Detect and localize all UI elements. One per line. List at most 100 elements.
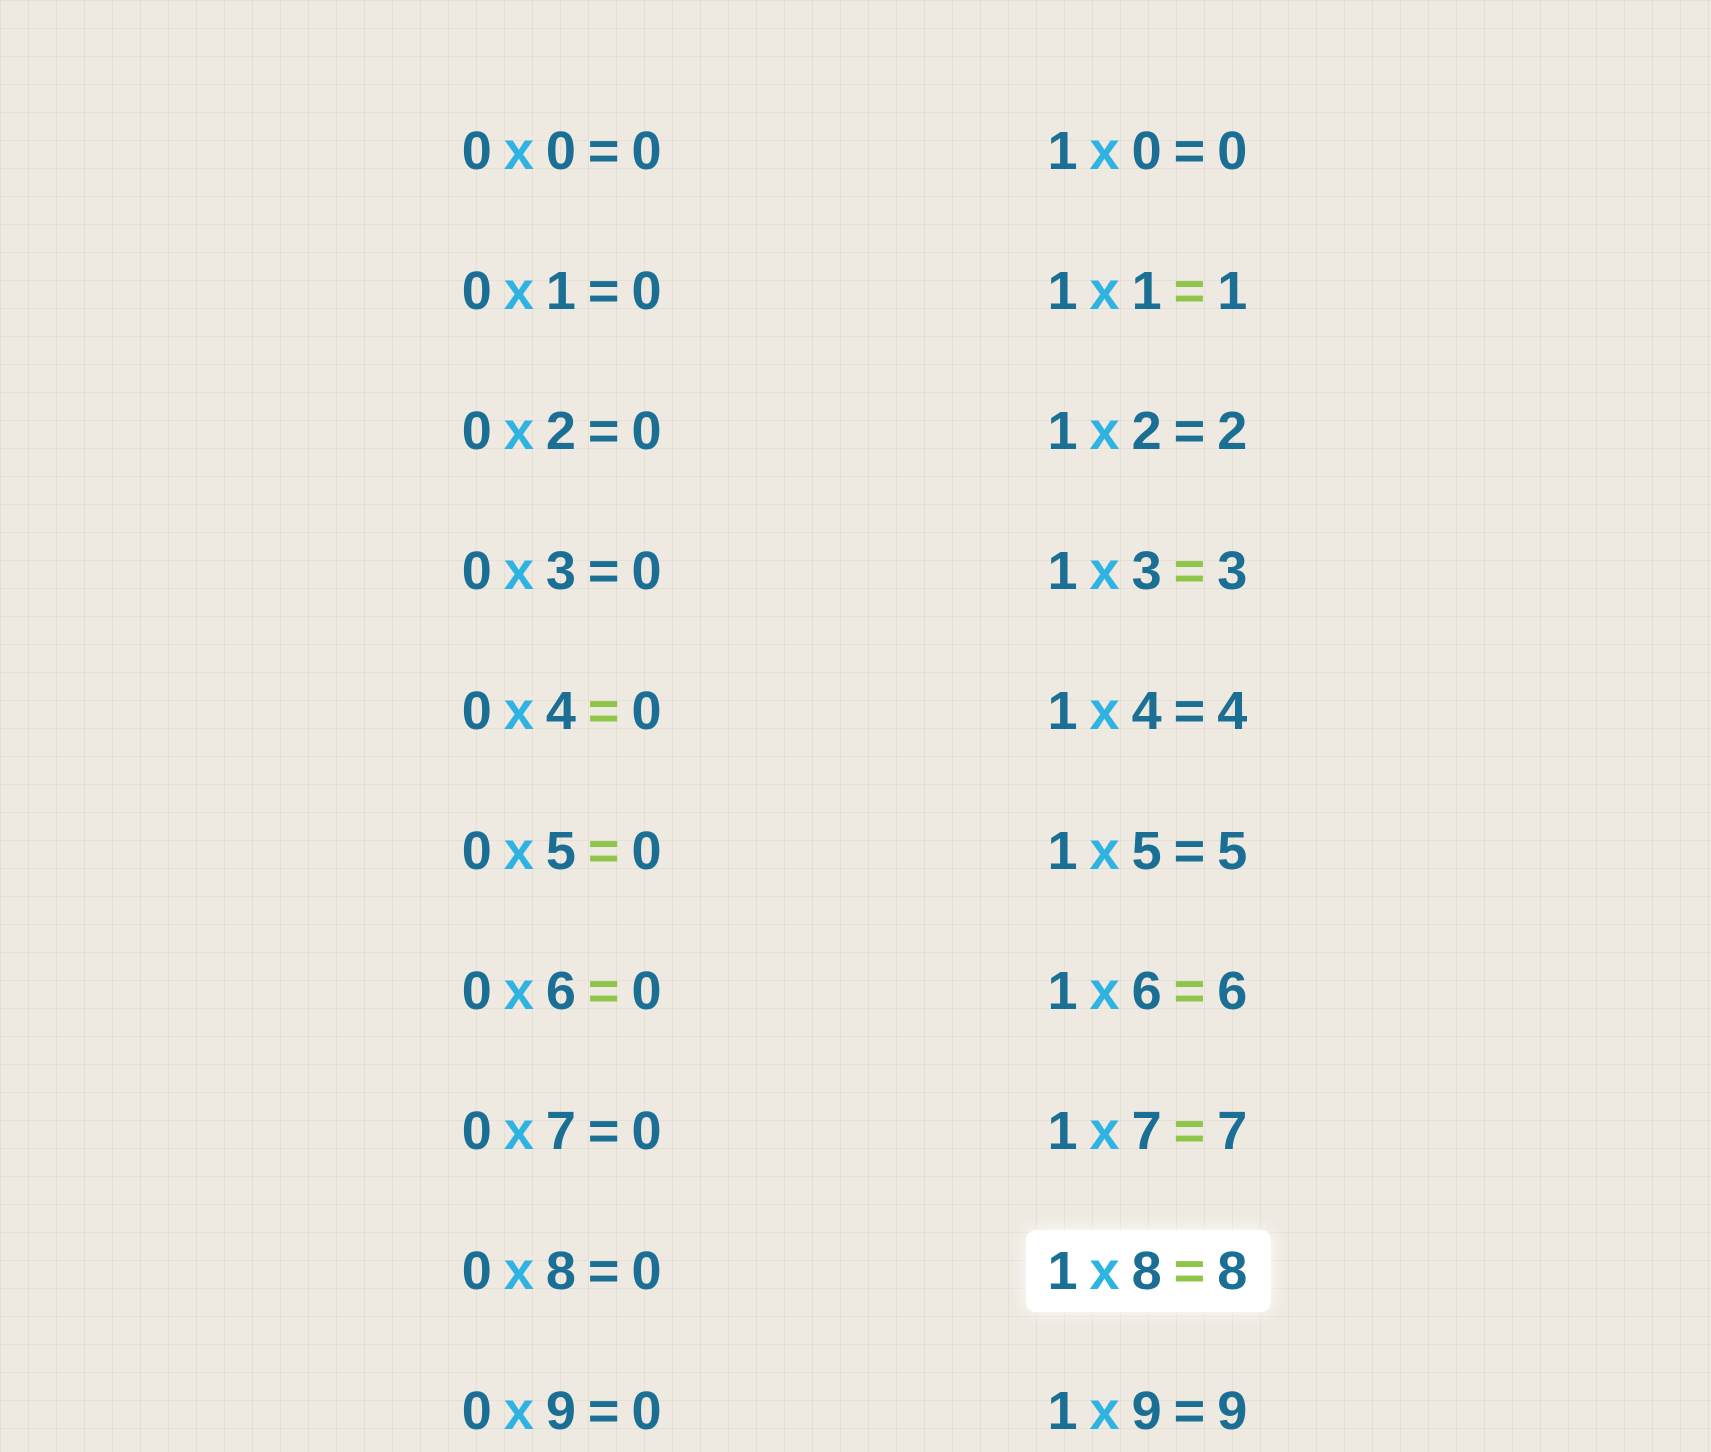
equals-sign: = (1174, 121, 1208, 181)
times-sign: x (504, 401, 536, 461)
operand-a: 0 (462, 541, 494, 601)
equation-row: 1x4=4 (1026, 670, 1272, 752)
operand-b: 0 (1132, 121, 1164, 181)
result: 0 (631, 681, 663, 741)
equals-sign: = (1174, 1241, 1208, 1301)
operand-b: 5 (546, 821, 578, 881)
result: 0 (631, 261, 663, 321)
equals-sign: = (588, 541, 622, 601)
equals-sign: = (588, 1381, 622, 1441)
equals-sign: = (1174, 1101, 1208, 1161)
times-sign: x (1090, 961, 1122, 1021)
operand-a: 1 (1048, 1101, 1080, 1161)
result: 0 (631, 401, 663, 461)
equation-row: 0x7=0 (440, 1090, 686, 1172)
operand-b: 9 (546, 1381, 578, 1441)
operand-a: 1 (1048, 961, 1080, 1021)
equation-row: 0x6=0 (440, 950, 686, 1032)
equation-row: 1x9=9 (1026, 1370, 1272, 1452)
equals-sign: = (588, 121, 622, 181)
column-1: 1x0=01x1=11x2=21x3=31x4=41x5=51x6=61x7=7… (1026, 110, 1272, 1452)
result: 2 (1217, 401, 1249, 461)
times-sign: x (1090, 401, 1122, 461)
times-sign: x (1090, 681, 1122, 741)
result: 0 (631, 121, 663, 181)
operand-a: 0 (462, 1381, 494, 1441)
times-sign: x (1090, 1241, 1122, 1301)
equals-sign: = (588, 261, 622, 321)
result: 0 (631, 1381, 663, 1441)
operand-a: 0 (462, 1241, 494, 1301)
equation-row: 1x0=0 (1026, 110, 1272, 192)
operand-b: 3 (546, 541, 578, 601)
times-sign: x (504, 1381, 536, 1441)
equation-row: 1x3=3 (1026, 530, 1272, 612)
column-0: 0x0=00x1=00x2=00x3=00x4=00x5=00x6=00x7=0… (440, 110, 686, 1452)
times-sign: x (1090, 541, 1122, 601)
equation-row: 0x2=0 (440, 390, 686, 472)
operand-b: 9 (1132, 1381, 1164, 1441)
operand-b: 7 (546, 1101, 578, 1161)
times-sign: x (1090, 1101, 1122, 1161)
operand-b: 6 (1132, 961, 1164, 1021)
result: 1 (1217, 261, 1249, 321)
times-sign: x (504, 1241, 536, 1301)
times-sign: x (1090, 261, 1122, 321)
operand-a: 1 (1048, 261, 1080, 321)
operand-a: 0 (462, 1101, 494, 1161)
operand-a: 1 (1048, 821, 1080, 881)
equation-row: 0x0=0 (440, 110, 686, 192)
operand-a: 1 (1048, 1241, 1080, 1301)
equation-row: 1x6=6 (1026, 950, 1272, 1032)
operand-a: 0 (462, 261, 494, 321)
times-sign: x (504, 541, 536, 601)
operand-a: 1 (1048, 401, 1080, 461)
equation-row: 1x5=5 (1026, 810, 1272, 892)
result: 3 (1217, 541, 1249, 601)
times-tables: 0x0=00x1=00x2=00x3=00x4=00x5=00x6=00x7=0… (0, 0, 1711, 1452)
operand-b: 4 (1132, 681, 1164, 741)
equals-sign: = (588, 401, 622, 461)
operand-a: 0 (462, 961, 494, 1021)
operand-b: 8 (546, 1241, 578, 1301)
result: 6 (1217, 961, 1249, 1021)
operand-a: 1 (1048, 121, 1080, 181)
operand-b: 2 (1132, 401, 1164, 461)
result: 5 (1217, 821, 1249, 881)
equals-sign: = (588, 821, 622, 881)
equation-row: 0x9=0 (440, 1370, 686, 1452)
equals-sign: = (1174, 961, 1208, 1021)
result: 8 (1217, 1241, 1249, 1301)
times-sign: x (504, 121, 536, 181)
equation-row: 1x8=8 (1026, 1230, 1272, 1312)
result: 9 (1217, 1381, 1249, 1441)
equals-sign: = (588, 1101, 622, 1161)
result: 0 (631, 541, 663, 601)
equals-sign: = (1174, 401, 1208, 461)
equals-sign: = (588, 961, 622, 1021)
operand-b: 1 (546, 261, 578, 321)
equals-sign: = (1174, 821, 1208, 881)
operand-b: 8 (1132, 1241, 1164, 1301)
operand-b: 4 (546, 681, 578, 741)
equation-row: 1x2=2 (1026, 390, 1272, 472)
operand-b: 1 (1132, 261, 1164, 321)
result: 4 (1217, 681, 1249, 741)
times-sign: x (504, 1101, 536, 1161)
times-sign: x (504, 681, 536, 741)
equals-sign: = (1174, 541, 1208, 601)
times-sign: x (504, 821, 536, 881)
equals-sign: = (1174, 1381, 1208, 1441)
operand-b: 5 (1132, 821, 1164, 881)
operand-a: 1 (1048, 681, 1080, 741)
operand-a: 0 (462, 821, 494, 881)
operand-b: 0 (546, 121, 578, 181)
operand-b: 2 (546, 401, 578, 461)
operand-a: 0 (462, 121, 494, 181)
operand-a: 0 (462, 401, 494, 461)
operand-a: 0 (462, 681, 494, 741)
operand-a: 1 (1048, 541, 1080, 601)
result: 7 (1217, 1101, 1249, 1161)
times-sign: x (1090, 1381, 1122, 1441)
equation-row: 0x1=0 (440, 250, 686, 332)
